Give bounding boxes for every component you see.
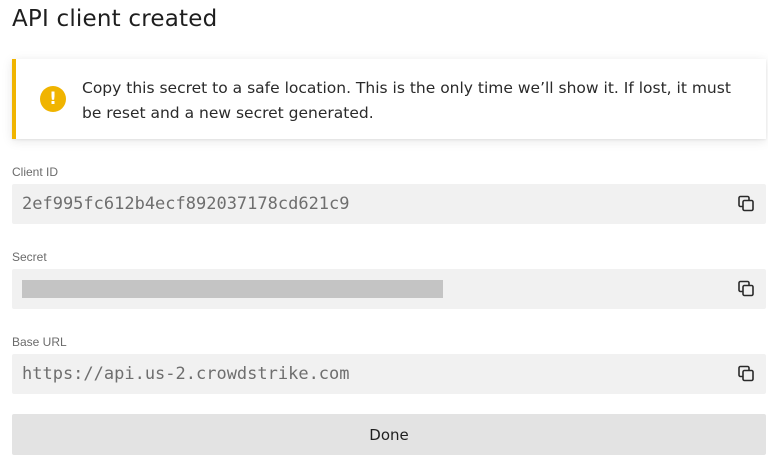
- copy-icon: [738, 365, 754, 382]
- copy-secret-button[interactable]: [736, 279, 756, 299]
- client-id-value[interactable]: 2ef995fc612b4ecf892037178cd621c9: [22, 194, 350, 214]
- dialog-title: API client created: [12, 6, 218, 32]
- client-id-label: Client ID: [12, 165, 59, 179]
- secret-field: [12, 269, 766, 309]
- copy-icon: [738, 280, 754, 297]
- alert-message: Copy this secret to a safe location. Thi…: [82, 79, 731, 122]
- secret-masked-value: [22, 280, 443, 298]
- client-id-field: 2ef995fc612b4ecf892037178cd621c9: [12, 184, 766, 224]
- done-button[interactable]: Done: [12, 414, 766, 455]
- secret-label: Secret: [12, 250, 47, 264]
- base-url-label: Base URL: [12, 335, 67, 349]
- base-url-value[interactable]: https://api.us-2.crowdstrike.com: [22, 364, 350, 384]
- copy-base-url-button[interactable]: [736, 364, 756, 384]
- warning-icon: !: [40, 86, 66, 112]
- copy-client-id-button[interactable]: [736, 194, 756, 214]
- base-url-field: https://api.us-2.crowdstrike.com: [12, 354, 766, 394]
- warning-alert: ! Copy this secret to a safe location. T…: [12, 59, 766, 139]
- api-client-created-dialog: API client created ! Copy this secret to…: [0, 0, 768, 466]
- copy-icon: [738, 195, 754, 212]
